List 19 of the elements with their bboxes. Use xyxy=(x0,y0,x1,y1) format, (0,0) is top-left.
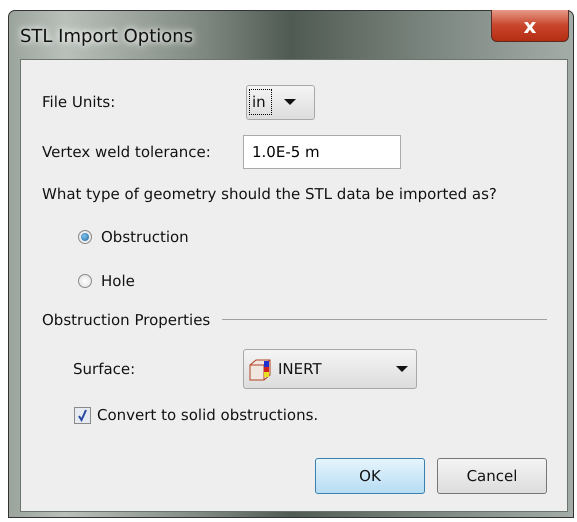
ok-button[interactable]: OK xyxy=(315,458,425,494)
tolerance-label: Vertex weld tolerance: xyxy=(42,142,212,163)
file-units-label: File Units: xyxy=(42,92,116,113)
caret-icon xyxy=(284,99,296,105)
cube-icon xyxy=(248,357,272,381)
close-button[interactable]: x xyxy=(491,10,569,42)
radio-option[interactable]: Hole xyxy=(78,270,567,292)
question-text: What type of geometry should the STL data be imported as? xyxy=(42,184,498,205)
caret-icon xyxy=(396,366,408,372)
group-title: Obstruction Properties xyxy=(42,310,210,330)
units-dropdown[interactable]: in xyxy=(246,84,315,120)
convert-checkbox[interactable]: Convert to solid obstructions. xyxy=(42,404,567,426)
check-icon xyxy=(76,408,89,422)
radio-option[interactable]: Obstruction xyxy=(78,226,567,248)
window-title: STL Import Options xyxy=(20,25,194,49)
tolerance-field[interactable]: 1.0E-5 m xyxy=(243,135,401,169)
cancel-button[interactable]: Cancel xyxy=(437,458,547,494)
surface-label: Surface: xyxy=(73,358,136,380)
surface-dropdown[interactable]: INERT xyxy=(243,349,417,389)
